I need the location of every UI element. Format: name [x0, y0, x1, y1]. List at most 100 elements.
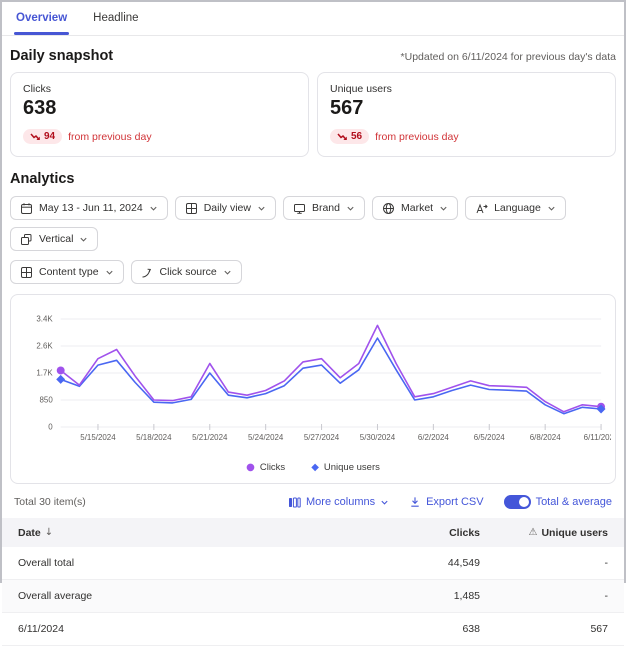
filter-chip-brand[interactable]: Brand	[283, 196, 365, 220]
chevron-down-icon	[257, 204, 266, 213]
export-csv-button[interactable]: Export CSV	[409, 496, 483, 508]
more-columns-button[interactable]: More columns	[288, 496, 389, 509]
tab-overview[interactable]: Overview	[16, 12, 67, 35]
svg-text:5/30/2024: 5/30/2024	[360, 433, 396, 442]
filter-chip-label: Brand	[312, 202, 340, 214]
filter-chip-may-13-jun-11-2024[interactable]: May 13 - Jun 11, 2024	[10, 196, 168, 220]
analytics-title: Analytics	[10, 171, 616, 187]
unique-users-card-label: Unique users	[330, 83, 603, 95]
table-body: Overall total44,549-Overall average1,485…	[2, 547, 624, 646]
chevron-down-icon	[149, 204, 158, 213]
filter-chip-language[interactable]: Language	[465, 196, 566, 220]
toggle-switch[interactable]	[504, 495, 531, 509]
cell-unique-users: 567	[480, 623, 608, 635]
svg-text:0: 0	[48, 422, 53, 431]
filter-chip-label: Content type	[39, 266, 99, 278]
cell-clicks: 638	[350, 623, 480, 635]
total-items-text: Total 30 item(s)	[14, 496, 86, 508]
svg-text:850: 850	[39, 395, 53, 404]
total-average-toggle[interactable]: Total & average	[504, 495, 612, 509]
chevron-down-icon	[79, 235, 88, 244]
unique-users-card-value: 567	[330, 97, 603, 120]
line-chart: 08501.7K2.6K3.4K5/15/20245/18/20245/21/2…	[15, 309, 611, 460]
monitor-icon	[293, 202, 306, 215]
filters-row-2: Content type Click source	[10, 260, 616, 284]
tab-headline[interactable]: Headline	[93, 12, 138, 35]
warning-icon: ⚠	[529, 527, 538, 538]
calendar-icon	[20, 202, 33, 215]
download-icon	[409, 496, 421, 508]
unique-users-card: Unique users 567 56 from previous day	[317, 72, 616, 157]
chevron-down-icon	[547, 204, 556, 213]
sort-desc-icon[interactable]: ↓	[45, 527, 53, 538]
filter-chip-label: Click source	[160, 266, 217, 278]
cell-clicks: 44,549	[350, 557, 480, 569]
filter-chip-content-type[interactable]: Content type	[10, 260, 124, 284]
daily-snapshot-title: Daily snapshot	[10, 48, 113, 64]
trend-down-icon	[337, 133, 348, 141]
clicks-card: Clicks 638 94 from previous day	[10, 72, 309, 157]
svg-text:5/18/2024: 5/18/2024	[136, 433, 172, 442]
chart-legend: ●Clicks ◆Unique users	[15, 462, 611, 477]
table-header: Date ↓ Clicks ⚠ Unique users	[2, 518, 624, 547]
cell-date: Overall average	[18, 590, 350, 602]
grid-view-icon	[185, 202, 198, 215]
table-row[interactable]: 6/11/2024638567	[2, 613, 624, 646]
legend-item-clicks[interactable]: ●Clicks	[246, 462, 285, 473]
svg-text:2.6K: 2.6K	[36, 341, 53, 350]
svg-text:6/11/2024: 6/11/2024	[584, 433, 611, 442]
chevron-down-icon	[346, 204, 355, 213]
chevron-down-icon	[380, 498, 389, 507]
filter-chip-label: Daily view	[204, 202, 251, 214]
legend-marker-icon: ◆	[311, 462, 319, 473]
click-path-icon	[141, 266, 154, 279]
filter-chip-vertical[interactable]: Vertical	[10, 227, 98, 251]
analytics-chart: 08501.7K2.6K3.4K5/15/20245/18/20245/21/2…	[10, 294, 616, 484]
clicks-card-label: Clicks	[23, 83, 296, 95]
unique-users-delta-text: from previous day	[375, 131, 458, 143]
filter-chip-label: Market	[401, 202, 433, 214]
table-row[interactable]: Overall average1,485-	[2, 580, 624, 613]
filter-chip-click-source[interactable]: Click source	[131, 260, 242, 284]
unique-users-delta-badge: 56	[330, 129, 369, 144]
cell-date: Overall total	[18, 557, 350, 569]
clicks-delta-text: from previous day	[68, 131, 151, 143]
svg-text:6/2/2024: 6/2/2024	[418, 433, 449, 442]
filter-chip-daily-view[interactable]: Daily view	[175, 196, 276, 220]
chevron-down-icon	[223, 268, 232, 277]
svg-text:1.7K: 1.7K	[36, 368, 53, 377]
column-unique-users[interactable]: Unique users	[541, 527, 608, 539]
table-row[interactable]: Overall total44,549-	[2, 547, 624, 580]
cell-unique-users: -	[480, 590, 608, 602]
chevron-down-icon	[105, 268, 114, 277]
tab-bar: Overview Headline	[2, 2, 624, 36]
clicks-card-value: 638	[23, 97, 296, 120]
category-icon	[20, 233, 33, 246]
column-date[interactable]: Date	[18, 527, 41, 539]
filter-chip-label: Language	[494, 202, 541, 214]
cell-date: 6/11/2024	[18, 623, 350, 635]
language-icon	[475, 202, 488, 215]
grid-view-icon	[20, 266, 33, 279]
snapshot-cards: Clicks 638 94 from previous day Unique u…	[10, 72, 616, 157]
filter-chip-market[interactable]: Market	[372, 196, 458, 220]
globe-icon	[382, 202, 395, 215]
cell-clicks: 1,485	[350, 590, 480, 602]
filter-chip-label: Vertical	[39, 233, 73, 245]
cell-unique-users: -	[480, 557, 608, 569]
svg-text:3.4K: 3.4K	[36, 314, 53, 323]
chevron-down-icon	[439, 204, 448, 213]
trend-down-icon	[30, 133, 41, 141]
column-clicks[interactable]: Clicks	[350, 527, 480, 539]
svg-text:5/21/2024: 5/21/2024	[192, 433, 228, 442]
svg-text:6/5/2024: 6/5/2024	[474, 433, 505, 442]
columns-icon	[288, 496, 301, 509]
svg-text:5/24/2024: 5/24/2024	[248, 433, 284, 442]
filter-chip-label: May 13 - Jun 11, 2024	[39, 202, 143, 214]
updated-note: *Updated on 6/11/2024 for previous day's…	[401, 51, 616, 63]
legend-item-unique-users[interactable]: ◆Unique users	[311, 462, 380, 473]
clicks-delta-badge: 94	[23, 129, 62, 144]
filters-row-1: May 13 - Jun 11, 2024 Daily view Brand Mark…	[10, 196, 616, 251]
svg-text:6/8/2024: 6/8/2024	[530, 433, 561, 442]
svg-text:5/27/2024: 5/27/2024	[304, 433, 340, 442]
